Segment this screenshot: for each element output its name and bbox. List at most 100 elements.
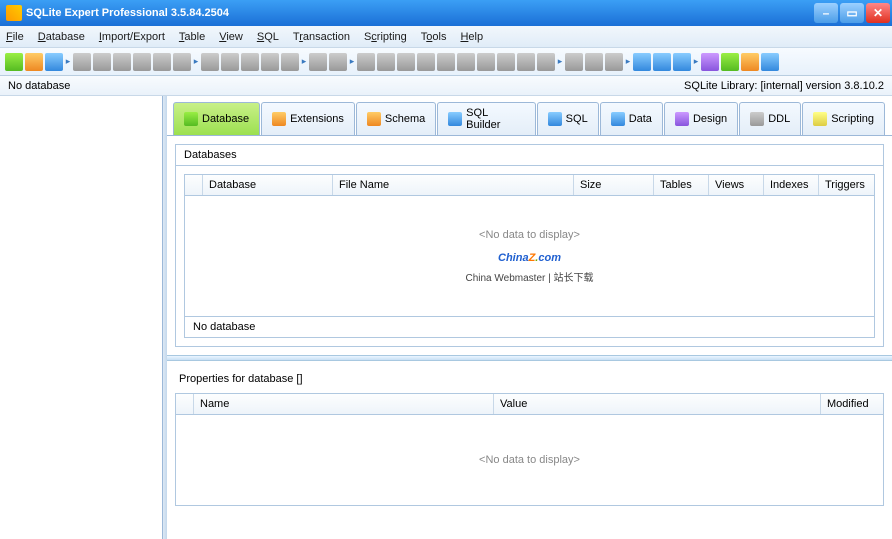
menu-sql[interactable]: SQL bbox=[257, 31, 279, 43]
nav-prev-icon[interactable] bbox=[377, 53, 395, 71]
col-tables[interactable]: Tables bbox=[654, 175, 709, 195]
no-data-text: <No data to display> bbox=[479, 229, 580, 241]
menu-database[interactable]: Database bbox=[38, 31, 85, 43]
view-del-icon[interactable] bbox=[173, 53, 191, 71]
col-name[interactable]: Name bbox=[194, 394, 494, 414]
record-save-icon[interactable] bbox=[497, 53, 515, 71]
menu-table[interactable]: Table bbox=[179, 31, 205, 43]
tab-label: Schema bbox=[385, 113, 425, 125]
tab-schema[interactable]: Schema bbox=[356, 102, 436, 135]
properties-panel-title: Properties for database [] bbox=[175, 369, 884, 389]
cut-icon[interactable] bbox=[241, 53, 259, 71]
horizontal-splitter[interactable] bbox=[167, 355, 892, 361]
refresh-icon[interactable] bbox=[537, 53, 555, 71]
record-cancel-icon[interactable] bbox=[517, 53, 535, 71]
col-indexes[interactable]: Indexes bbox=[764, 175, 819, 195]
col-size[interactable]: Size bbox=[574, 175, 654, 195]
sql-builder-icon bbox=[448, 112, 462, 126]
tab-bar: Database Extensions Schema SQL Builder S… bbox=[167, 96, 892, 136]
menu-view[interactable]: View bbox=[219, 31, 243, 43]
redo-icon[interactable] bbox=[281, 53, 299, 71]
tx-begin-icon[interactable] bbox=[565, 53, 583, 71]
record-edit-icon[interactable] bbox=[477, 53, 495, 71]
tab-scripting[interactable]: Scripting bbox=[802, 102, 885, 135]
nav-first-icon[interactable] bbox=[357, 53, 375, 71]
import-icon[interactable] bbox=[309, 53, 327, 71]
tx-commit-icon[interactable] bbox=[585, 53, 603, 71]
col-filename[interactable]: File Name bbox=[333, 175, 574, 195]
tab-extensions[interactable]: Extensions bbox=[261, 102, 355, 135]
plugin-icon[interactable] bbox=[721, 53, 739, 71]
table-del-icon[interactable] bbox=[113, 53, 131, 71]
tab-sql-builder[interactable]: SQL Builder bbox=[437, 102, 535, 135]
nav-next-icon[interactable] bbox=[397, 53, 415, 71]
watermark-sub: China Webmaster | 站长下载 bbox=[465, 269, 593, 284]
close-button[interactable]: ✕ bbox=[866, 3, 890, 23]
view-add-icon[interactable] bbox=[133, 53, 151, 71]
grid-header: Database File Name Size Tables Views Ind… bbox=[185, 175, 874, 196]
tx-rollback-icon[interactable] bbox=[605, 53, 623, 71]
toolbar-separator: ▸ bbox=[349, 52, 355, 72]
tab-label: SQL Builder bbox=[466, 107, 525, 131]
undo-icon[interactable] bbox=[261, 53, 279, 71]
tab-sql[interactable]: SQL bbox=[537, 102, 599, 135]
execute-icon[interactable] bbox=[633, 53, 651, 71]
table-edit-icon[interactable] bbox=[93, 53, 111, 71]
databases-panel: Databases Database File Name Size Tables… bbox=[175, 144, 884, 347]
window-title: SQLite Expert Professional 3.5.84.2504 bbox=[26, 7, 814, 19]
execute-line-icon[interactable] bbox=[653, 53, 671, 71]
tab-data[interactable]: Data bbox=[600, 102, 663, 135]
tab-label: Database bbox=[202, 113, 249, 125]
settings-icon[interactable] bbox=[701, 53, 719, 71]
grid-footer: No database bbox=[185, 316, 874, 337]
tab-design[interactable]: Design bbox=[664, 102, 738, 135]
open-db-icon[interactable] bbox=[25, 53, 43, 71]
databases-grid: Database File Name Size Tables Views Ind… bbox=[184, 174, 875, 338]
help-icon[interactable] bbox=[741, 53, 759, 71]
tab-database[interactable]: Database bbox=[173, 102, 260, 135]
toolbar-separator: ▸ bbox=[625, 52, 631, 72]
menu-file[interactable]: File bbox=[6, 31, 24, 43]
col-value[interactable]: Value bbox=[494, 394, 821, 414]
col-views[interactable]: Views bbox=[709, 175, 764, 195]
no-data-text: <No data to display> bbox=[479, 454, 580, 466]
properties-panel: Properties for database [] Name Value Mo… bbox=[175, 369, 884, 506]
status-right: SQLite Library: [internal] version 3.8.1… bbox=[684, 80, 884, 92]
view-edit-icon[interactable] bbox=[153, 53, 171, 71]
tab-label: Scripting bbox=[831, 113, 874, 125]
row-header bbox=[185, 175, 203, 195]
menu-import-export[interactable]: Import/Export bbox=[99, 31, 165, 43]
tab-label: DDL bbox=[768, 113, 790, 125]
ddl-icon bbox=[750, 112, 764, 126]
copy-icon[interactable] bbox=[201, 53, 219, 71]
sidebar-tree[interactable] bbox=[0, 96, 163, 539]
minimize-button[interactable]: – bbox=[814, 3, 838, 23]
status-left: No database bbox=[8, 80, 70, 92]
col-triggers[interactable]: Triggers bbox=[819, 175, 874, 195]
col-modified[interactable]: Modified bbox=[821, 394, 883, 414]
maximize-button[interactable]: ▭ bbox=[840, 3, 864, 23]
menu-help[interactable]: Help bbox=[460, 31, 483, 43]
menu-transaction[interactable]: Transaction bbox=[293, 31, 350, 43]
watermark-brand: ChinaZ.com bbox=[498, 241, 561, 267]
nav-last-icon[interactable] bbox=[417, 53, 435, 71]
menu-tools[interactable]: Tools bbox=[421, 31, 447, 43]
menu-scripting[interactable]: Scripting bbox=[364, 31, 407, 43]
about-icon[interactable] bbox=[761, 53, 779, 71]
watermark: <No data to display> ChinaZ.com China We… bbox=[465, 229, 593, 284]
scripting-icon bbox=[813, 112, 827, 126]
record-del-icon[interactable] bbox=[457, 53, 475, 71]
status-bar: No database SQLite Library: [internal] v… bbox=[0, 76, 892, 96]
new-db-icon[interactable] bbox=[5, 53, 23, 71]
db-icon[interactable] bbox=[45, 53, 63, 71]
toolbar-separator: ▸ bbox=[693, 52, 699, 72]
record-add-icon[interactable] bbox=[437, 53, 455, 71]
export-icon[interactable] bbox=[329, 53, 347, 71]
tab-ddl[interactable]: DDL bbox=[739, 102, 801, 135]
paste-icon[interactable] bbox=[221, 53, 239, 71]
col-database[interactable]: Database bbox=[203, 175, 333, 195]
table-add-icon[interactable] bbox=[73, 53, 91, 71]
tab-label: Design bbox=[693, 113, 727, 125]
grid-body: <No data to display> bbox=[176, 415, 883, 505]
explain-icon[interactable] bbox=[673, 53, 691, 71]
